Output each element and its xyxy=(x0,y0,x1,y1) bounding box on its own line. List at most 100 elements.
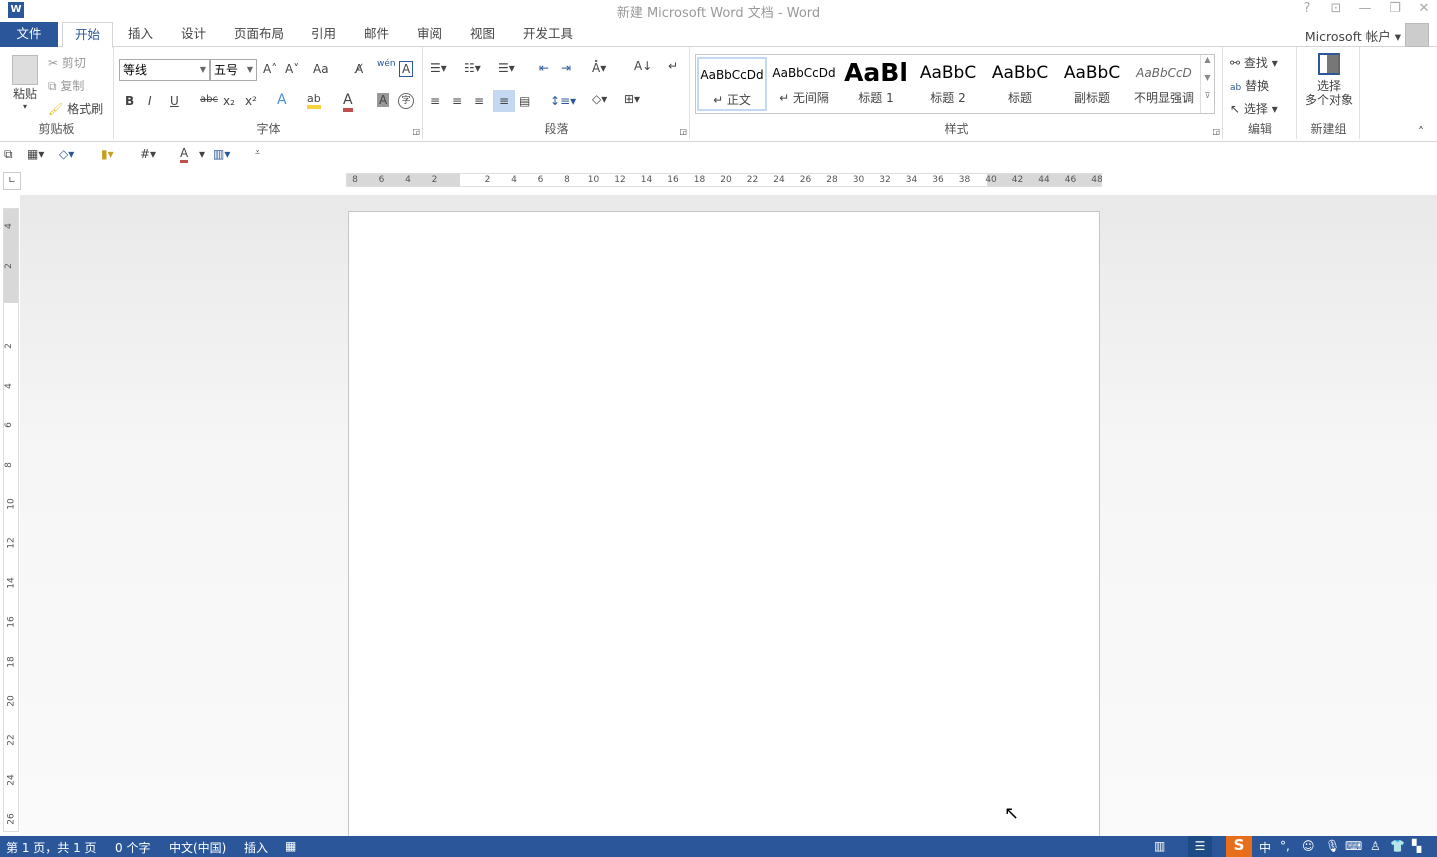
toolbox-icon[interactable]: ▚ xyxy=(1412,839,1421,853)
italic-button[interactable]: I xyxy=(148,94,152,108)
underline-button[interactable]: U xyxy=(170,94,179,108)
help-button[interactable]: ? xyxy=(1296,1,1318,16)
find-button[interactable]: ⚯ 查找 ▾ xyxy=(1230,54,1278,71)
read-mode-icon[interactable]: ▥ xyxy=(1154,839,1165,853)
bold-button[interactable]: B xyxy=(125,94,134,108)
grid-icon[interactable]: ▥▾ xyxy=(213,147,230,161)
avatar[interactable] xyxy=(1405,23,1429,47)
page-count[interactable]: 第 1 页，共 1 页 xyxy=(6,839,97,856)
align-center-icon[interactable]: ≡ xyxy=(452,94,462,108)
show-marks-icon[interactable]: ↵ xyxy=(668,59,678,73)
table-icon[interactable]: ▦▾ xyxy=(27,147,44,161)
emoji-icon[interactable]: ☺ xyxy=(1302,839,1315,853)
tab-insert[interactable]: 插入 xyxy=(120,22,161,47)
tab-home[interactable]: 开始 xyxy=(62,22,113,48)
shapes-icon[interactable]: ◇▾ xyxy=(59,147,74,161)
align-right-icon[interactable]: ≡ xyxy=(474,94,484,108)
align-left-icon[interactable]: ≡ xyxy=(430,94,440,108)
strikethrough-button[interactable]: abc xyxy=(200,94,218,105)
style-normal[interactable]: AaBbCcDd ↵ 正文 xyxy=(697,57,767,111)
skin-icon[interactable]: 👕 xyxy=(1390,839,1405,853)
tab-review[interactable]: 审阅 xyxy=(409,22,450,47)
character-border-button[interactable]: A xyxy=(399,61,414,77)
phonetic-guide-button[interactable]: wén xyxy=(377,59,396,69)
ime-mode[interactable]: 中 xyxy=(1259,839,1271,856)
cut-button[interactable]: ✂ 剪切 xyxy=(48,54,86,71)
tab-view[interactable]: 视图 xyxy=(462,22,503,47)
collapse-ribbon-icon[interactable]: ˄ xyxy=(1418,125,1424,139)
tab-mailings[interactable]: 邮件 xyxy=(356,22,397,47)
styles-scrollbar[interactable]: ▲ ▼ ⊽ xyxy=(1200,55,1214,113)
keyboard-icon[interactable]: ⌨ xyxy=(1345,839,1362,853)
sort-icon[interactable]: A↓ xyxy=(634,59,652,73)
tab-selector-icon[interactable]: ∟ xyxy=(3,172,21,190)
line-spacing-icon[interactable]: ↕≡▾ xyxy=(550,94,576,108)
print-layout-icon[interactable]: ☰ xyxy=(1188,836,1212,857)
decrease-indent-icon[interactable]: ⇤ xyxy=(539,61,549,75)
minimize-button[interactable]: — xyxy=(1354,1,1376,16)
horizontal-ruler[interactable]: 8 6 4 2 2 4 6 8 10 12 14 16 18 20 22 24 26 28 30 32 34 36 38 40… xyxy=(346,173,1103,187)
account-menu[interactable]: Microsoft 帐户 ▾ xyxy=(1305,26,1401,45)
ribbon-display-options-button[interactable]: ⊡ xyxy=(1325,1,1347,16)
grow-font-button[interactable]: A˄ xyxy=(263,62,277,76)
paragraph-dialog-launcher-icon[interactable]: ◲ xyxy=(679,127,687,136)
justify-icon[interactable]: ≡ xyxy=(493,90,515,112)
font-color-qat-icon[interactable]: A xyxy=(180,146,189,163)
replace-button[interactable]: ab 替换 xyxy=(1230,77,1269,94)
font-name-combo[interactable]: 等线 ▼ xyxy=(119,59,210,81)
style-heading-2[interactable]: AaBbC 标题 2 xyxy=(913,57,983,111)
shading-icon[interactable]: ◇▾ xyxy=(592,92,607,106)
style-heading-1[interactable]: AaBl 标题 1 xyxy=(841,57,911,111)
tab-developer[interactable]: 开发工具 xyxy=(515,22,581,47)
font-size-combo[interactable]: 五号 ▼ xyxy=(210,59,257,81)
text-effects-button[interactable]: A xyxy=(277,92,287,108)
word-count[interactable]: 0 个字 xyxy=(115,839,150,856)
font-color-dropdown-icon[interactable]: ▾ xyxy=(199,147,205,161)
style-no-spacing[interactable]: AaBbCcDd ↵ 无间隔 xyxy=(769,57,839,111)
format-painter-button[interactable]: 🖌 格式刷 xyxy=(48,100,103,117)
enclose-characters-button[interactable]: 字 xyxy=(398,93,414,109)
indent-icon[interactable]: ▮▾ xyxy=(101,147,114,161)
font-dialog-launcher-icon[interactable]: ◲ xyxy=(412,127,420,136)
numbering-icon[interactable]: ☷▾ xyxy=(464,61,481,75)
font-color-button[interactable]: A xyxy=(343,92,353,112)
ime-punctuation[interactable]: °, xyxy=(1280,839,1290,853)
sogou-ime-icon[interactable]: S xyxy=(1226,836,1252,857)
insert-mode[interactable]: 插入 xyxy=(244,839,268,856)
tab-file[interactable]: 文件 xyxy=(0,22,58,47)
select-multiple-objects-button[interactable]: 选择 多个对象 xyxy=(1302,53,1356,107)
clear-formatting-button[interactable]: A̸ xyxy=(355,62,363,76)
subscript-button[interactable]: x₂ xyxy=(223,94,235,108)
distributed-icon[interactable]: ▤ xyxy=(519,94,530,108)
asian-layout-icon[interactable]: A̽▾ xyxy=(592,61,606,75)
close-button[interactable]: ✕ xyxy=(1413,1,1435,16)
document-page[interactable] xyxy=(348,211,1100,851)
tab-design[interactable]: 设计 xyxy=(173,22,214,47)
style-subtitle[interactable]: AaBbC 副标题 xyxy=(1057,57,1127,111)
copy-button[interactable]: ⧉ 复制 xyxy=(48,77,84,94)
page-number-icon[interactable]: #▾ xyxy=(140,147,156,161)
change-case-button[interactable]: Aa xyxy=(313,62,329,76)
navigation-icon[interactable]: ⧉ xyxy=(4,147,13,162)
styles-dialog-launcher-icon[interactable]: ◲ xyxy=(1212,127,1220,136)
shrink-font-button[interactable]: A˅ xyxy=(285,62,299,76)
user-icon[interactable]: ♙ xyxy=(1370,839,1381,853)
tab-references[interactable]: 引用 xyxy=(303,22,344,47)
bullets-icon[interactable]: ☰▾ xyxy=(430,61,447,75)
restore-button[interactable]: ❐ xyxy=(1384,1,1406,16)
paste-button[interactable]: 粘贴 ▾ xyxy=(8,55,42,111)
character-shading-button[interactable]: A xyxy=(377,93,390,107)
select-button[interactable]: ↖ 选择 ▾ xyxy=(1230,100,1278,117)
style-title[interactable]: AaBbC 标题 xyxy=(985,57,1055,111)
superscript-button[interactable]: x² xyxy=(245,94,257,108)
macro-icon[interactable]: ▦ xyxy=(285,839,296,853)
borders-icon[interactable]: ⊞▾ xyxy=(624,92,640,106)
vertical-ruler[interactable]: 4 2 2 4 6 8 10 12 14 16 18 20 22 24 26 xyxy=(3,208,19,832)
increase-indent-icon[interactable]: ⇥ xyxy=(561,61,571,75)
highlight-button[interactable]: ab xyxy=(307,92,321,109)
microphone-icon[interactable]: 🎙 xyxy=(1325,839,1340,853)
customize-qat-icon[interactable]: ⩡ xyxy=(255,148,260,158)
multilevel-list-icon[interactable]: ☰▾ xyxy=(498,61,515,75)
language-indicator[interactable]: 中文(中国) xyxy=(169,839,226,856)
style-subtle-emphasis[interactable]: AaBbCcD 不明显强调 xyxy=(1129,57,1199,111)
